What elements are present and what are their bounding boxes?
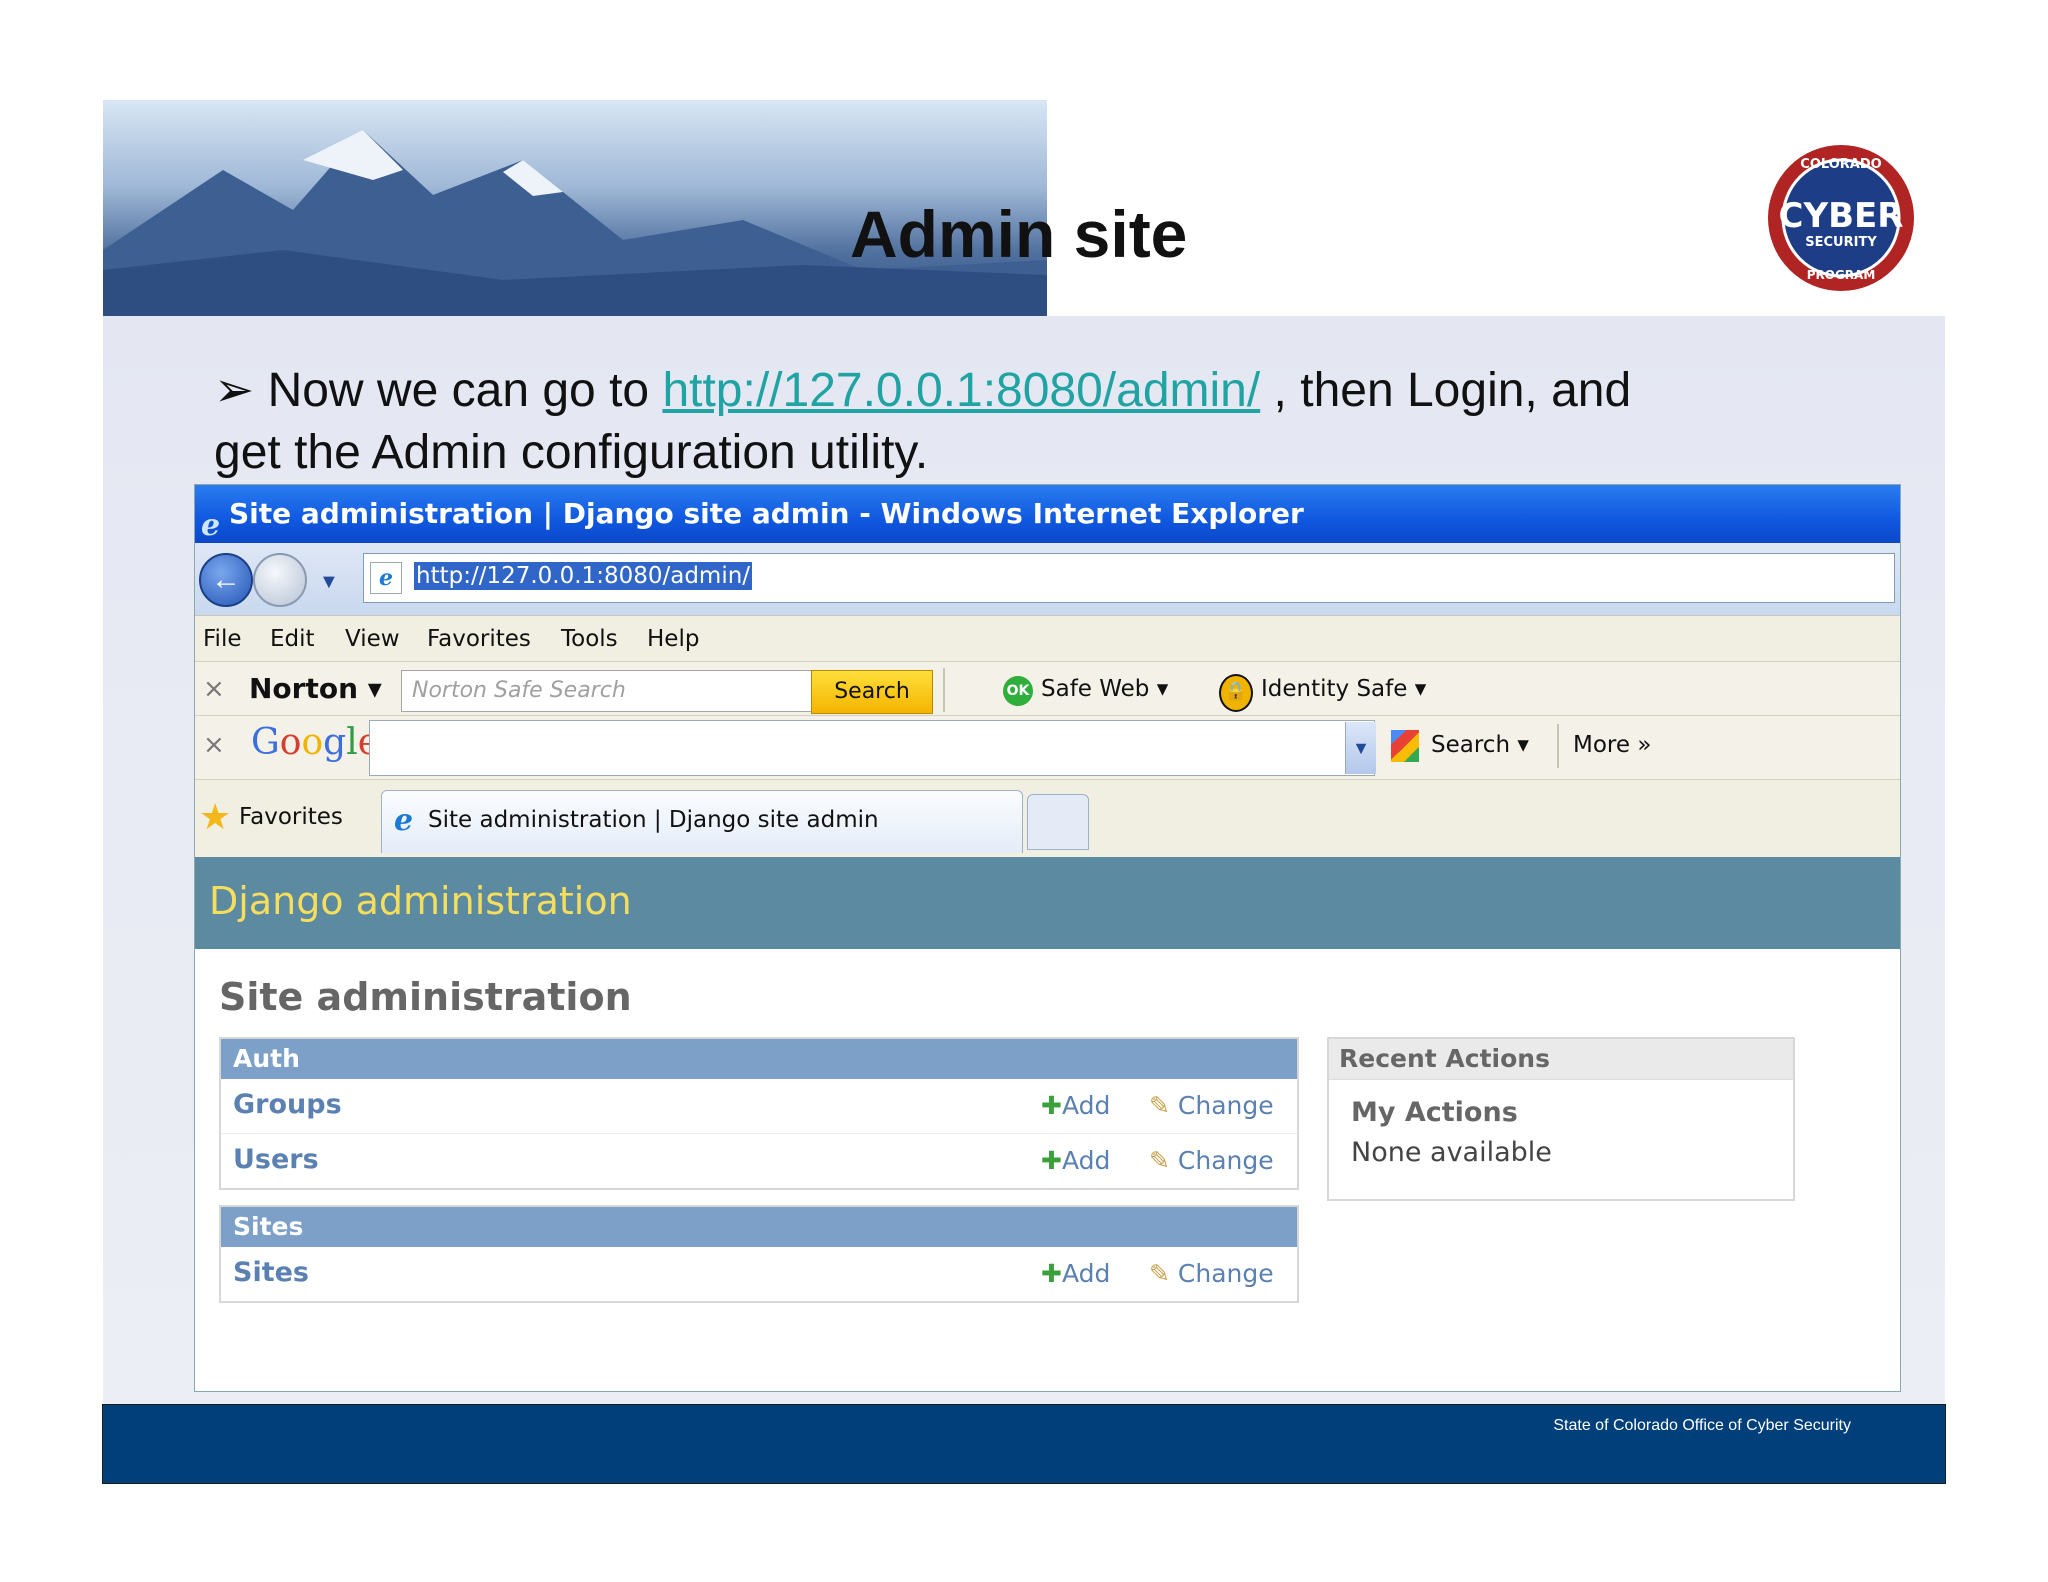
recent-actions-panel: Recent Actions My Actions None available xyxy=(1327,1037,1795,1201)
close-toolbar-icon[interactable]: × xyxy=(203,674,225,704)
google-logo: Google xyxy=(251,722,379,763)
plus-icon: ✚ xyxy=(1041,1259,1062,1288)
menu-view[interactable]: View xyxy=(345,626,400,652)
django-admin-page: Django administration Site administratio… xyxy=(195,857,1900,1391)
module-auth: Auth Groups ✚Add ✎ Change Users ✚Add ✎ C… xyxy=(219,1037,1299,1190)
window-title: Site administration | Django site admin … xyxy=(229,497,1304,530)
change-link[interactable]: ✎ Change xyxy=(1149,1091,1274,1120)
more-button[interactable]: More » xyxy=(1573,732,1651,758)
model-link-sites[interactable]: Sites xyxy=(233,1257,309,1288)
close-google-toolbar-icon[interactable]: × xyxy=(203,730,225,760)
norton-brand[interactable]: Norton ▾ xyxy=(249,672,382,705)
forward-button[interactable]: → xyxy=(253,553,307,607)
slide-footer: State of Colorado Office of Cyber Securi… xyxy=(102,1404,1946,1484)
page-title: Site administration xyxy=(219,975,632,1019)
address-bar[interactable]: e http://127.0.0.1:8080/admin/ xyxy=(363,553,1895,603)
table-row: Groups ✚Add ✎ Change xyxy=(221,1079,1297,1134)
norton-search-input[interactable]: Norton Safe Search xyxy=(401,670,813,712)
ie-page-icon: e xyxy=(394,803,414,838)
tab-label: Site administration | Django site admin xyxy=(428,807,879,833)
menu-file[interactable]: File xyxy=(203,626,242,652)
plus-icon: ✚ xyxy=(1041,1146,1062,1175)
table-row: Sites ✚Add ✎ Change xyxy=(221,1247,1297,1301)
norton-search-button[interactable]: Search xyxy=(811,670,933,714)
toolbar-separator xyxy=(943,668,945,712)
chevron-down-icon[interactable]: ▼ xyxy=(1345,722,1376,774)
tab-site-administration[interactable]: e Site administration | Django site admi… xyxy=(381,790,1023,853)
pencil-icon: ✎ xyxy=(1149,1146,1170,1175)
menu-help[interactable]: Help xyxy=(647,626,699,652)
model-link-groups[interactable]: Groups xyxy=(233,1089,342,1120)
google-search-button[interactable]: Search ▾ xyxy=(1431,732,1529,758)
django-header-title[interactable]: Django administration xyxy=(209,879,632,923)
pencil-icon: ✎ xyxy=(1149,1259,1170,1288)
svg-text:CYBER: CYBER xyxy=(1779,196,1904,236)
bullet-text-line1: ➢ Now we can go to http://127.0.0.1:8080… xyxy=(214,360,1631,422)
google-toolbar: × Google ▼ Search ▾ More » xyxy=(195,715,1900,780)
identity-safe-button[interactable]: Identity Safe ▾ xyxy=(1261,676,1426,702)
footer-text: State of Colorado Office of Cyber Securi… xyxy=(1553,1417,1851,1434)
recent-actions-caption: Recent Actions xyxy=(1329,1039,1793,1080)
google-search-icon xyxy=(1391,730,1419,762)
safe-web-ok-icon: OK xyxy=(1003,676,1033,706)
menu-tools[interactable]: Tools xyxy=(561,626,618,652)
arrow-bullet-icon: ➢ xyxy=(214,364,255,417)
address-row: ← → ▼ e http://127.0.0.1:8080/admin/ xyxy=(195,543,1900,615)
module-caption[interactable]: Sites xyxy=(221,1207,1297,1247)
favorites-star-icon[interactable]: ★ xyxy=(199,796,231,838)
menu-favorites[interactable]: Favorites xyxy=(427,626,531,652)
none-available-text: None available xyxy=(1351,1137,1552,1168)
menu-edit[interactable]: Edit xyxy=(270,626,315,652)
admin-url-link[interactable]: http://127.0.0.1:8080/admin/ xyxy=(662,364,1260,417)
django-header: Django administration xyxy=(195,857,1900,949)
svg-text:SECURITY: SECURITY xyxy=(1805,235,1877,250)
plus-icon: ✚ xyxy=(1041,1091,1062,1120)
back-button[interactable]: ← xyxy=(199,553,253,607)
address-url[interactable]: http://127.0.0.1:8080/admin/ xyxy=(414,562,753,590)
table-row: Users ✚Add ✎ Change xyxy=(221,1134,1297,1188)
back-arrow-icon: ← xyxy=(211,563,241,596)
svg-text:COLORADO: COLORADO xyxy=(1800,157,1881,172)
bullet-text-line2: get the Admin configuration utility. xyxy=(214,426,929,479)
tab-bar: ★ Favorites e Site administration | Djan… xyxy=(195,779,1900,858)
norton-toolbar: × Norton ▾ Norton Safe Search Search OK … xyxy=(195,661,1900,716)
cyber-security-logo: COLORADO CYBER SECURITY PROGRAM xyxy=(1766,143,1916,293)
pencil-icon: ✎ xyxy=(1149,1091,1170,1120)
ie-title-bar: e Site administration | Django site admi… xyxy=(195,485,1900,543)
change-link[interactable]: ✎ Change xyxy=(1149,1146,1274,1175)
page-icon: e xyxy=(370,562,402,594)
change-link[interactable]: ✎ Change xyxy=(1149,1259,1274,1288)
add-link[interactable]: ✚Add xyxy=(1041,1259,1110,1288)
bullet-mid: , then Login, and xyxy=(1260,364,1632,417)
add-link[interactable]: ✚Add xyxy=(1041,1146,1110,1175)
recent-pages-dropdown-icon[interactable]: ▼ xyxy=(319,571,339,594)
slide-title: Admin site xyxy=(850,197,1188,271)
module-sites: Sites Sites ✚Add ✎ Change xyxy=(219,1205,1299,1303)
svg-text:PROGRAM: PROGRAM xyxy=(1807,268,1876,282)
ie-browser-window: e Site administration | Django site admi… xyxy=(194,484,1901,1392)
model-link-users[interactable]: Users xyxy=(233,1144,319,1175)
add-link[interactable]: ✚Add xyxy=(1041,1091,1110,1120)
identity-safe-lock-icon: 🔒 xyxy=(1219,674,1253,712)
toolbar-separator xyxy=(1557,724,1559,768)
my-actions-heading: My Actions xyxy=(1351,1097,1518,1128)
bullet-prefix: Now we can go to xyxy=(267,364,663,417)
module-caption[interactable]: Auth xyxy=(221,1039,1297,1079)
favorites-button[interactable]: Favorites xyxy=(239,804,343,830)
new-tab-button[interactable] xyxy=(1027,794,1089,850)
safe-web-button[interactable]: Safe Web ▾ xyxy=(1041,676,1168,702)
menu-bar: File Edit View Favorites Tools Help xyxy=(195,615,1900,662)
google-search-input[interactable] xyxy=(369,720,1375,776)
forward-arrow-icon: → xyxy=(265,563,295,596)
